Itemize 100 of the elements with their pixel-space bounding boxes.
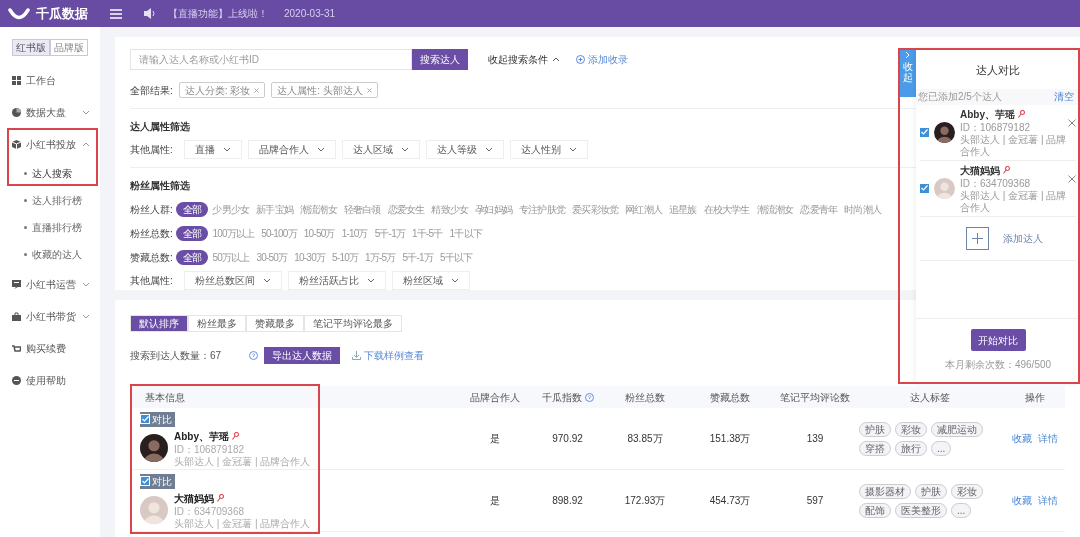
filter-dropdown[interactable]: 品牌合作人 [248, 140, 336, 159]
filter-option[interactable]: 新手宝妈 [253, 202, 297, 218]
sidebar-item[interactable]: 工作台 [0, 64, 100, 96]
filter-option[interactable]: 孕妇妈妈 [472, 202, 516, 218]
menu-item-icon [12, 75, 21, 85]
filter-option[interactable]: 恋爱女生 [384, 202, 428, 218]
table-cell-text: 是 [489, 494, 501, 508]
creator-id: ID：634709368 [174, 505, 246, 518]
filter-option[interactable]: 全部 [176, 226, 209, 241]
table-cell-text: 151.38万 [708, 432, 752, 446]
sort-tab[interactable]: 粉丝最多 [188, 315, 246, 332]
sidebar-item[interactable]: 小红书运营 [0, 268, 100, 300]
chevron-down-icon [223, 147, 231, 152]
tag-chip: 摄影器材 [859, 483, 911, 499]
filter-option[interactable]: 5-10万 [329, 249, 362, 265]
action-link[interactable]: 收藏 [1012, 493, 1032, 508]
table-cell-text: 是 [489, 432, 501, 446]
compare-checkbox[interactable]: 对比 [140, 411, 175, 427]
filter-option[interactable]: 1-10万 [338, 226, 371, 241]
column-header: 基本信息 [144, 390, 186, 405]
filter-dropdown[interactable]: 粉丝总数区间 [184, 271, 282, 290]
filter-option[interactable]: 1千-5千 [409, 226, 446, 241]
action-link[interactable]: 收藏 [1012, 431, 1032, 446]
filter-chip[interactable]: 达人属性: 头部达人 [271, 82, 378, 98]
checkbox[interactable] [920, 183, 929, 193]
add-creator-link[interactable]: 添加达人 [1003, 230, 1043, 246]
filter-dropdown[interactable]: 达人区域 [342, 140, 420, 159]
sort-tab[interactable]: 默认排序 [130, 315, 188, 332]
filter-option[interactable]: 恋爱青年 [797, 202, 841, 218]
filter-option[interactable]: 专注护肤党 [516, 202, 569, 218]
column-header: 品牌合作人 [469, 390, 521, 405]
filter-label: 粉丝总数: [130, 227, 174, 241]
filter-option[interactable]: 时尚潮人 [841, 202, 884, 218]
tag-chip: 护肤 [915, 483, 947, 499]
table-cell-text: 898.92 [551, 494, 584, 508]
section-title: 粉丝属性筛选 [130, 179, 190, 193]
action-link[interactable]: 详情 [1038, 431, 1058, 446]
add-record-link[interactable]: 添加收录 [576, 52, 628, 67]
filter-option[interactable]: 爱买彩妆党 [569, 202, 622, 218]
results-label: 全部结果: [130, 83, 173, 98]
filter-option[interactable]: 10-30万 [291, 249, 329, 265]
filter-option[interactable]: 50万以上 [209, 249, 253, 265]
filter-option[interactable]: 50-100万 [258, 226, 300, 241]
action-link[interactable]: 详情 [1038, 493, 1058, 508]
filter-option[interactable]: 10-50万 [300, 226, 338, 241]
sidebar-item[interactable]: 购买续费 [0, 332, 100, 364]
start-compare-button[interactable]: 开始对比 [970, 329, 1026, 351]
add-button[interactable] [966, 226, 989, 250]
sidebar-subitem[interactable]: 收藏的达人 [0, 241, 100, 268]
filter-option[interactable]: 5千以下 [437, 249, 476, 265]
sidebar-item[interactable]: 小红书带货 [0, 300, 100, 332]
checkbox[interactable] [920, 127, 929, 137]
filter-option[interactable]: 全部 [176, 249, 209, 265]
sidebar-item[interactable]: 小红书投放 [0, 128, 100, 160]
creator-name: Abby、芋瑶 [174, 429, 229, 444]
filter-option[interactable]: 5千-1万 [371, 226, 409, 241]
filter-dropdown[interactable]: 粉丝活跃占比 [288, 271, 386, 290]
sort-tab[interactable]: 笔记平均评论最多 [304, 315, 402, 332]
remove-button[interactable] [1068, 174, 1076, 183]
filter-option[interactable]: 少男少女 [209, 202, 253, 218]
remove-button[interactable] [1068, 118, 1076, 127]
filter-dropdown[interactable]: 达人等级 [426, 140, 504, 159]
clear-link[interactable]: 清空 [1054, 89, 1074, 104]
compare-checkbox[interactable]: 对比 [140, 473, 175, 489]
download-sample-link[interactable]: 下载样例查看 [352, 348, 425, 363]
column-header: 粉丝总数 [624, 390, 666, 405]
filter-option[interactable]: 网红潮人 [622, 202, 665, 218]
sidebar-item[interactable]: 使用帮助 [0, 364, 100, 396]
filter-dropdown[interactable]: 达人性别 [510, 140, 588, 159]
search-field[interactable]: 请输入达人名称或小红书ID [130, 49, 412, 70]
filter-option[interactable]: 潮流潮女 [297, 202, 340, 218]
creator-meta: 头部达人 | 金冠薯 | 品牌合作人 [960, 133, 1068, 158]
collapse-filters-toggle[interactable]: 收起搜索条件 [488, 52, 560, 67]
filter-option[interactable]: 全部 [176, 202, 209, 218]
sidebar-subitem[interactable]: 直播排行榜 [0, 214, 100, 241]
filter-dropdown[interactable]: 直播 [184, 140, 242, 159]
tag-chip: 彩妆 [951, 483, 983, 499]
filter-option[interactable]: 轻奢白领 [340, 202, 384, 218]
creator-meta: 头部达人 | 金冠薯 | 品牌合作人 [174, 517, 311, 530]
filter-dropdown[interactable]: 粉丝区域 [392, 271, 470, 290]
sort-tab[interactable]: 赞藏最多 [246, 315, 304, 332]
filter-option[interactable]: 精致少女 [428, 202, 472, 218]
filter-option[interactable]: 在校大学生 [700, 202, 753, 218]
filter-option[interactable]: 30-50万 [253, 249, 291, 265]
version-tab[interactable]: 红书版 [12, 39, 50, 56]
tag-chip: ... [931, 440, 952, 456]
sidebar-subitem[interactable]: 达人搜索 [0, 160, 100, 187]
section-title: 达人属性筛选 [130, 120, 190, 134]
sidebar-subitem[interactable]: 达人排行榜 [0, 187, 100, 214]
filter-option[interactable]: 1千以下 [446, 226, 485, 241]
export-button[interactable]: 导出达人数据 [264, 347, 341, 364]
filter-chip[interactable]: 达人分类: 彩妆 [178, 82, 266, 98]
filter-option[interactable]: 1万-5万 [362, 249, 399, 265]
filter-option[interactable]: 100万以上 [209, 226, 258, 241]
search-button[interactable]: 搜索达人 [412, 49, 468, 70]
sidebar-item[interactable]: 数据大盘 [0, 96, 100, 128]
filter-option[interactable]: 5千-1万 [399, 249, 437, 265]
filter-option[interactable]: 潮流潮女 [753, 202, 797, 218]
version-tab[interactable]: 品牌版 [50, 39, 88, 56]
filter-option[interactable]: 追星族 [665, 202, 700, 218]
